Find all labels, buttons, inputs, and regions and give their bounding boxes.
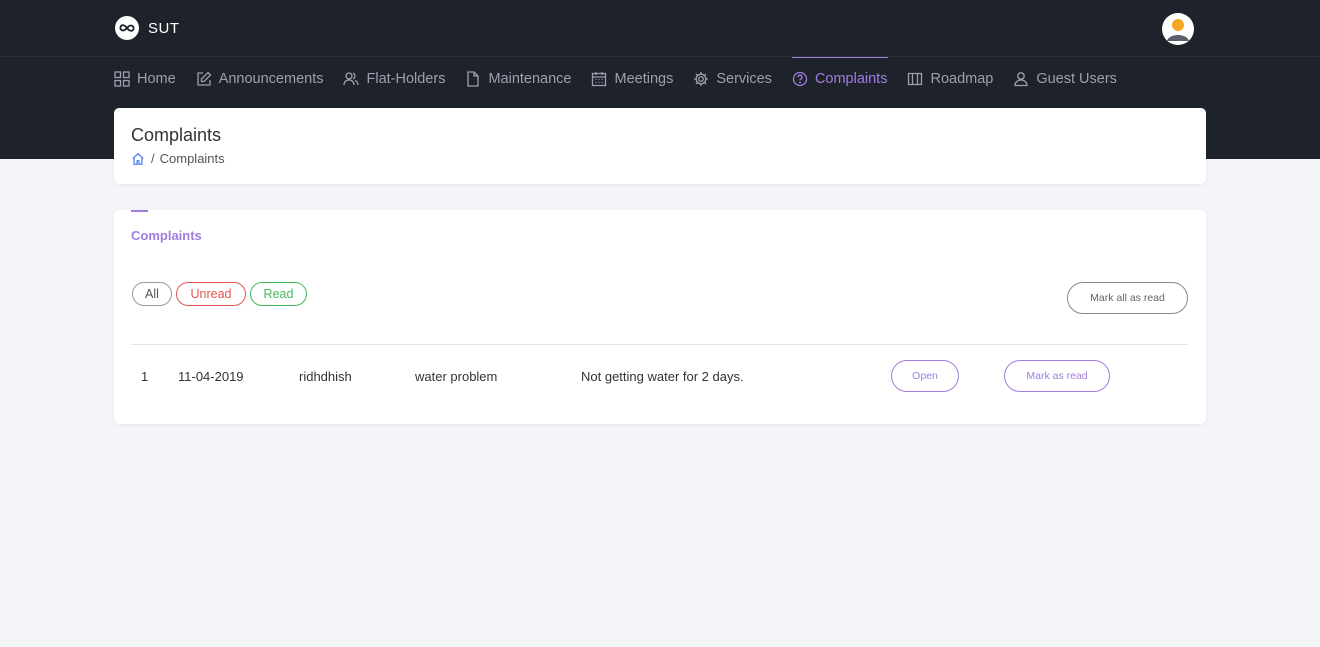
breadcrumb-current: Complaints: [159, 151, 225, 166]
nav-item-roadmap[interactable]: Roadmap: [907, 57, 993, 101]
home-icon[interactable]: [131, 152, 145, 166]
mark-as-read-button[interactable]: Mark as read: [1004, 360, 1110, 392]
tab-indicator: [131, 210, 148, 212]
nav-label: Roadmap: [930, 71, 994, 87]
table-row: 1 11-04-2019 ridhdhish water problem Not…: [114, 345, 1206, 409]
file-icon: [467, 71, 480, 87]
brand[interactable]: SUT: [115, 16, 180, 40]
edit-icon: [197, 71, 212, 86]
nav-item-flat-holders[interactable]: Flat-Holders: [343, 57, 445, 101]
nav-item-meetings[interactable]: Meetings: [591, 57, 673, 101]
gear-icon: [694, 72, 709, 86]
infinity-icon: [115, 16, 139, 40]
row-date: 11-04-2019: [178, 369, 244, 384]
row-number: 1: [141, 369, 149, 384]
nav-label: Maintenance: [488, 71, 572, 87]
nav-label: Announcements: [218, 71, 324, 87]
users-icon: [343, 72, 360, 86]
top-bar: SUT: [0, 0, 1320, 57]
nav-item-maintenance[interactable]: Maintenance: [465, 57, 571, 101]
nav-label: Meetings: [614, 71, 674, 87]
nav-item-complaints[interactable]: Complaints: [791, 57, 888, 101]
nav-item-services[interactable]: Services: [693, 57, 772, 101]
row-subject: water problem: [415, 369, 498, 384]
mark-all-read-button[interactable]: Mark all as read: [1067, 282, 1188, 314]
page-title: Complaints: [131, 125, 222, 145]
breadcrumb-separator: /: [151, 151, 155, 166]
section-title: Complaints: [131, 228, 202, 243]
nav-item-announcements[interactable]: Announcements: [196, 57, 324, 101]
breadcrumb: / Complaints: [131, 151, 225, 166]
nav-label: Home: [137, 71, 176, 87]
nav-item-guest-users[interactable]: Guest Users: [1013, 57, 1117, 101]
avatar[interactable]: [1162, 13, 1194, 45]
nav-label: Services: [716, 71, 772, 87]
filter-all-button[interactable]: All: [132, 282, 172, 306]
calendar-icon: [592, 72, 607, 87]
nav-label: Guest Users: [1036, 71, 1117, 87]
brand-name: SUT: [148, 19, 180, 37]
nav-label: Flat-Holders: [366, 71, 446, 87]
filter-read-button[interactable]: Read: [250, 282, 307, 306]
open-button[interactable]: Open: [891, 360, 959, 392]
filter-unread-button[interactable]: Unread: [176, 282, 246, 306]
nav-label: Complaints: [814, 71, 888, 87]
grid-icon: [114, 71, 130, 87]
nav-item-home[interactable]: Home: [114, 57, 176, 101]
map-icon: [908, 72, 923, 86]
complaints-card: Complaints All Unread Read Mark all as r…: [114, 210, 1206, 424]
row-description: Not getting water for 2 days.: [581, 369, 744, 384]
help-circle-icon: [792, 71, 808, 87]
page-header-card: Complaints / Complaints: [114, 108, 1206, 184]
main-nav: Home Announcements Flat-Holders Maintena…: [114, 57, 1137, 101]
user-icon: [1014, 72, 1028, 87]
row-user: ridhdhish: [299, 369, 352, 384]
